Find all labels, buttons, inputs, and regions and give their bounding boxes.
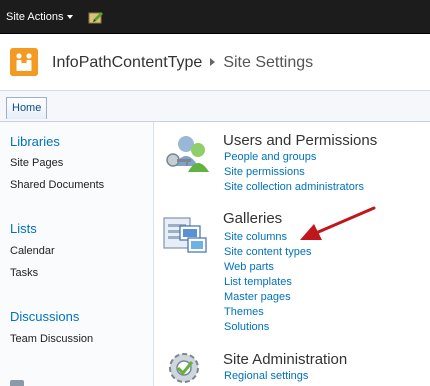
quicklaunch-item-team-discussion[interactable]: Team Discussion (10, 333, 93, 345)
quicklaunch-item-calendar[interactable]: Calendar (10, 245, 55, 257)
link-solutions[interactable]: Solutions (224, 321, 269, 333)
quick-launch: Libraries Site Pages Shared Documents Li… (0, 122, 154, 386)
quicklaunch-heading-libraries[interactable]: Libraries (10, 134, 60, 149)
link-people-and-groups[interactable]: People and groups (224, 151, 316, 163)
galleries-icon (163, 217, 207, 253)
link-regional-settings[interactable]: Regional settings (224, 370, 308, 382)
site-actions-menu[interactable]: Site Actions (6, 11, 74, 23)
page-title: Site Settings (223, 54, 314, 71)
edit-page-icon[interactable] (88, 10, 104, 24)
recycle-bin-icon[interactable] (10, 380, 24, 386)
link-site-permissions[interactable]: Site permissions (224, 166, 305, 178)
link-list-templates[interactable]: List templates (224, 276, 292, 288)
link-themes[interactable]: Themes (224, 306, 264, 318)
site-administration-icon (169, 353, 199, 383)
tab-home[interactable]: Home (6, 97, 48, 119)
annotation-arrow-icon (300, 206, 376, 240)
link-site-columns[interactable]: Site columns (224, 231, 287, 243)
quicklaunch-heading-lists[interactable]: Lists (10, 221, 37, 236)
chevron-down-icon (67, 15, 74, 20)
users-permissions-icon (166, 136, 209, 172)
section-title-users-permissions: Users and Permissions (223, 132, 378, 149)
link-site-content-types[interactable]: Site content types (224, 246, 311, 258)
site-actions-label: Site Actions (6, 11, 64, 23)
ribbon-bar: Site Actions (0, 0, 430, 34)
link-web-parts[interactable]: Web parts (224, 261, 274, 273)
quicklaunch-item-shared-documents[interactable]: Shared Documents (10, 179, 104, 191)
breadcrumb: InfoPathContentType Site Settings (52, 54, 313, 72)
site-logo-icon[interactable] (10, 48, 38, 76)
quicklaunch-heading-discussions[interactable]: Discussions (10, 309, 79, 324)
quicklaunch-item-tasks[interactable]: Tasks (10, 267, 38, 279)
section-title-galleries: Galleries (223, 210, 283, 227)
breadcrumb-site-link[interactable]: InfoPathContentType (52, 54, 202, 71)
link-site-collection-administrators[interactable]: Site collection administrators (224, 181, 364, 193)
top-navigation: Home (0, 90, 430, 122)
breadcrumb-separator-icon (210, 57, 216, 66)
link-master-pages[interactable]: Master pages (224, 291, 291, 303)
quicklaunch-item-site-pages[interactable]: Site Pages (10, 157, 63, 169)
section-title-site-administration: Site Administration (223, 351, 348, 368)
title-area: InfoPathContentType Site Settings (0, 34, 430, 90)
